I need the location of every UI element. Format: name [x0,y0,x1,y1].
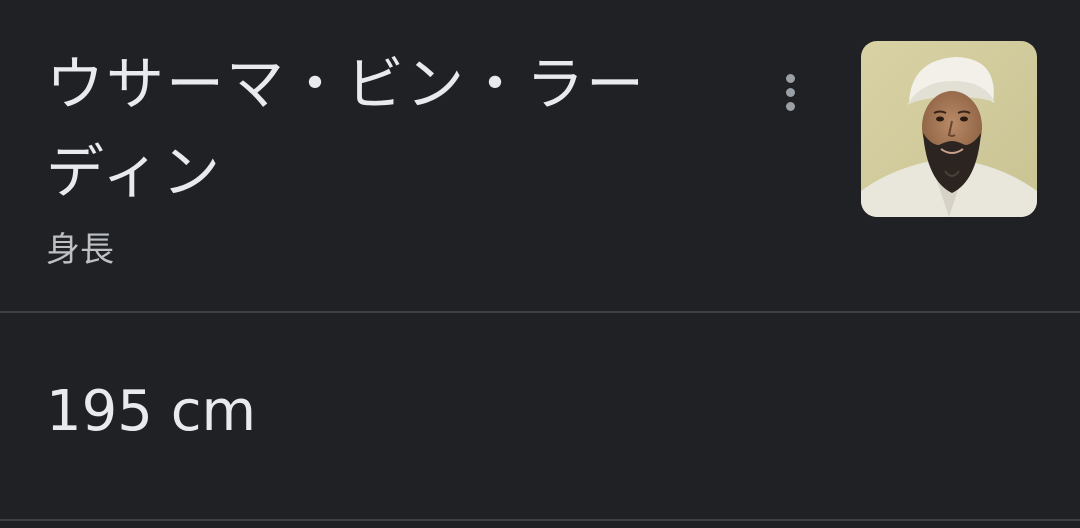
more-vert-icon-dot [785,101,795,111]
entity-title-line-1: ウサーマ・ビン・ラー [46,50,647,118]
more-options-button[interactable] [770,66,810,118]
person-thumbnail [861,41,1037,217]
section-divider-bottom [0,519,1080,521]
entity-thumbnail-image[interactable] [861,41,1037,217]
more-vert-icon [785,73,795,83]
knowledge-card: ウサーマ・ビン・ラー ディン 身長 195 cm [0,0,1080,528]
card-header: ウサーマ・ビン・ラー ディン 身長 [0,0,1080,312]
section-divider [0,311,1080,313]
entity-title-line-2: ディン [46,138,222,206]
more-vert-icon-dot [785,87,795,97]
height-value: 195 cm [46,379,257,444]
entity-title[interactable]: ウサーマ・ビン・ラー ディン [46,40,726,216]
attribute-label: 身長 [46,230,114,270]
